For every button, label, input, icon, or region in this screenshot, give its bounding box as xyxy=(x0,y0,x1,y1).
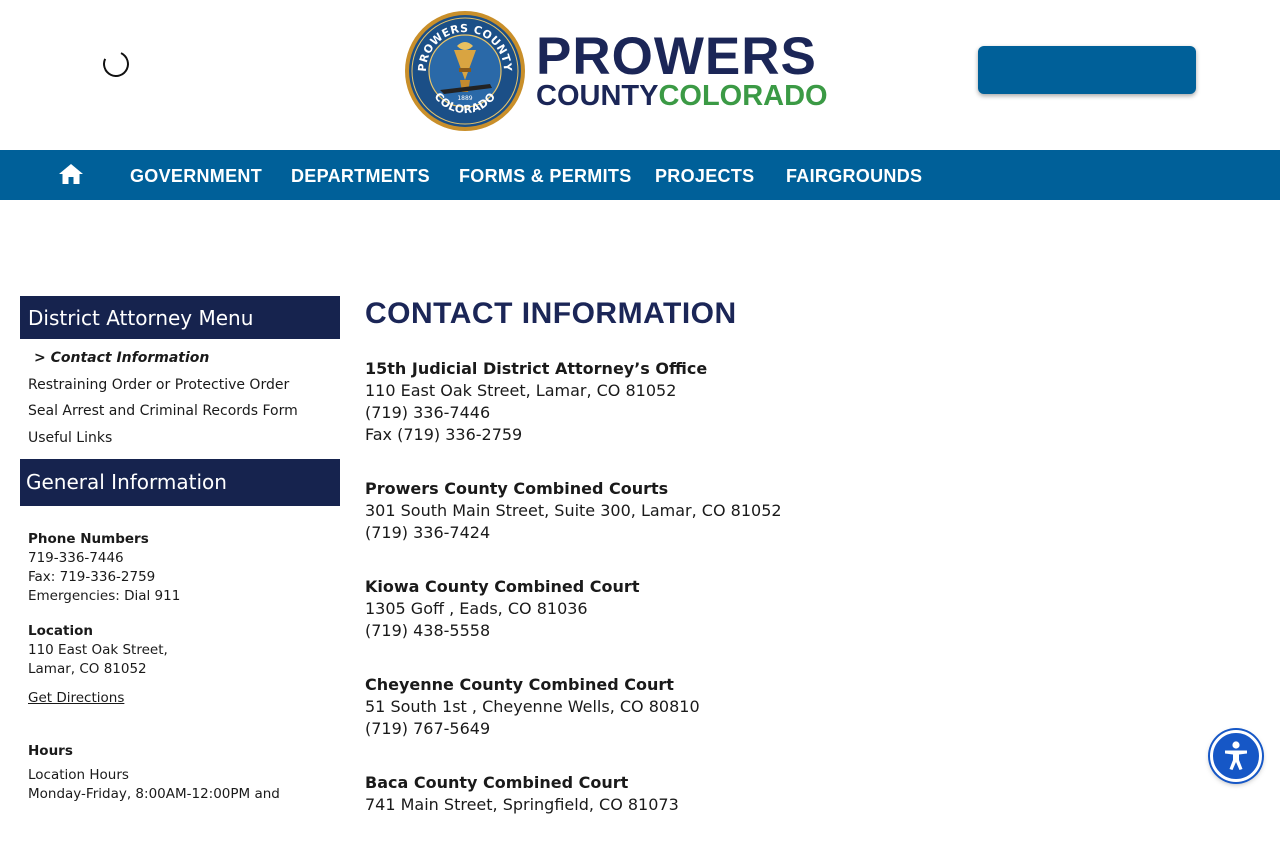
site-brand[interactable]: PROWERS COUNTYCOLORADO xyxy=(536,27,828,112)
office-fax: Fax (719) 336-2759 xyxy=(365,425,523,444)
county-seal-logo[interactable]: PROWERS COUNTY COLORADO 1889 xyxy=(404,10,526,132)
office-name: 15th Judicial District Attorney’s Office xyxy=(365,359,708,378)
main-content: CONTACT INFORMATION 15th Judicial Distri… xyxy=(365,296,1085,848)
address-line-1: 110 East Oak Street, xyxy=(28,642,168,658)
general-info: Phone Numbers 719-336-7446 Fax: 719-336-… xyxy=(20,506,340,804)
svg-text:1889: 1889 xyxy=(457,95,472,102)
office-name: Baca County Combined Court xyxy=(365,773,629,792)
sidebar-item-seal-arrest-records[interactable]: Seal Arrest and Criminal Records Form xyxy=(28,398,340,425)
brand-colorado: COLORADO xyxy=(658,80,828,112)
brand-subtitle: COUNTYCOLORADO xyxy=(536,80,828,112)
office-address: 741 Main Street, Springfield, CO 81073 xyxy=(365,795,679,814)
sidebar-item-restraining-order[interactable]: Restraining Order or Protective Order xyxy=(28,372,340,399)
sidebar-item-useful-links[interactable]: Useful Links xyxy=(28,425,340,452)
location-label: Location xyxy=(28,623,93,639)
phone-block: Phone Numbers 719-336-7446 Fax: 719-336-… xyxy=(28,530,340,606)
nav-item-projects[interactable]: PROJECTS xyxy=(655,150,754,200)
get-directions-link[interactable]: Get Directions xyxy=(28,690,124,706)
office-address: 1305 Goff , Eads, CO 81036 xyxy=(365,599,588,618)
office-address: 301 South Main Street, Suite 300, Lamar,… xyxy=(365,501,782,520)
office-entry: Prowers County Combined Courts 301 South… xyxy=(365,478,1085,544)
sidebar-menu-title: District Attorney Menu xyxy=(20,296,340,339)
nav-item-government[interactable]: GOVERNMENT xyxy=(130,150,262,200)
office-address: 51 South 1st , Cheyenne Wells, CO 80810 xyxy=(365,697,700,716)
home-icon[interactable] xyxy=(58,162,84,186)
office-address: 110 East Oak Street, Lamar, CO 81052 xyxy=(365,381,677,400)
hours-line-2: Monday-Friday, 8:00AM-12:00PM and xyxy=(28,786,280,802)
page-title: CONTACT INFORMATION xyxy=(365,297,737,330)
fax-number: Fax: 719-336-2759 xyxy=(28,569,156,585)
office-name: Prowers County Combined Courts xyxy=(365,479,669,498)
office-name: Cheyenne County Combined Court xyxy=(365,675,674,694)
sidebar: District Attorney Menu > Contact Informa… xyxy=(20,296,340,804)
office-entry: Kiowa County Combined Court 1305 Goff , … xyxy=(365,576,1085,642)
accessibility-button[interactable] xyxy=(1210,730,1262,782)
office-phone: (719) 438-5558 xyxy=(365,621,491,640)
nav-item-forms-permits[interactable]: FORMS & PERMITS xyxy=(459,150,632,200)
nav-item-fairgrounds[interactable]: FAIRGROUNDS xyxy=(786,150,922,200)
brand-title: PROWERS xyxy=(536,27,817,86)
brand-county: COUNTY xyxy=(536,80,659,112)
loading-spinner-icon xyxy=(99,47,133,81)
office-entry: 15th Judicial District Attorney’s Office… xyxy=(365,358,1085,446)
general-info-title: General Information xyxy=(20,459,340,506)
header-action-button[interactable] xyxy=(978,46,1196,94)
emergency-number: Emergencies: Dial 911 xyxy=(28,588,181,604)
office-phone: (719) 336-7446 xyxy=(365,403,491,422)
hours-line-1: Location Hours xyxy=(28,767,129,783)
office-entry: Baca County Combined Court 741 Main Stre… xyxy=(365,772,1085,816)
sidebar-menu: > Contact Information Restraining Order … xyxy=(20,339,340,459)
accessibility-icon xyxy=(1225,741,1247,770)
office-name: Kiowa County Combined Court xyxy=(365,577,640,596)
office-phone: (719) 336-7424 xyxy=(365,523,491,542)
hours-block: Hours Location Hours Monday-Friday, 8:00… xyxy=(28,742,340,804)
hours-label: Hours xyxy=(28,743,73,759)
phone-number: 719-336-7446 xyxy=(28,550,124,566)
sidebar-item-contact-information[interactable]: > Contact Information xyxy=(28,345,340,372)
address-line-2: Lamar, CO 81052 xyxy=(28,661,147,677)
main-navigation: GOVERNMENT DEPARTMENTS FORMS & PERMITS P… xyxy=(0,150,1280,200)
location-block: Location 110 East Oak Street, Lamar, CO … xyxy=(28,622,340,679)
office-phone: (719) 767-5649 xyxy=(365,719,491,738)
site-header: PROWERS COUNTY COLORADO 1889 PROWERS COU… xyxy=(0,0,1280,150)
nav-item-departments[interactable]: DEPARTMENTS xyxy=(291,150,430,200)
office-entry: Cheyenne County Combined Court 51 South … xyxy=(365,674,1085,740)
directions-block: Get Directions xyxy=(28,689,340,708)
phone-label: Phone Numbers xyxy=(28,531,149,547)
